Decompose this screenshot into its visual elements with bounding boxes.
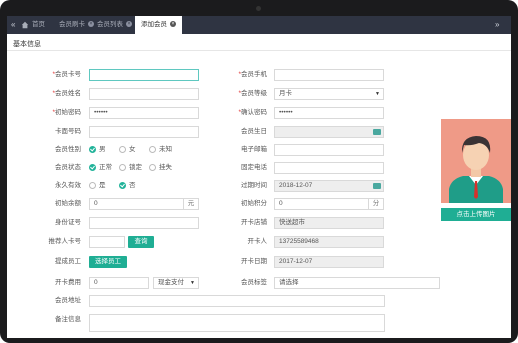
gender-unknown-radio[interactable]: 未知 (149, 144, 172, 156)
id-number-label: 身份证号 (55, 219, 81, 226)
expire-time-input[interactable]: 2018-12-07 (274, 180, 384, 192)
address-label: 会员地址 (55, 297, 81, 304)
id-number-input[interactable] (89, 217, 199, 229)
chevron-down-icon: ▼ (375, 91, 380, 97)
laptop-frame: « 首页 会员刷卡 × 会员列表 × 添加会员 × » 基本信息 *会员卡号 *会员姓… (0, 0, 518, 343)
app-screen: « 首页 会员刷卡 × 会员列表 × 添加会员 × » 基本信息 *会员卡号 *会员姓… (7, 16, 511, 338)
card-fee-label: 开卡费用 (55, 279, 81, 286)
initial-balance-input[interactable]: 0元 (89, 198, 199, 210)
address-input[interactable] (89, 295, 385, 307)
gender-male-radio[interactable]: 男 (89, 144, 106, 156)
initial-points-input[interactable]: 0分 (274, 198, 384, 210)
permanent-no-radio[interactable]: 否 (119, 180, 136, 192)
initial-password-label: *初始密码 (52, 109, 81, 116)
card-no-input[interactable] (89, 69, 199, 81)
confirm-password-input[interactable]: •••••• (274, 107, 384, 119)
radio-checked-icon (119, 181, 126, 189)
close-icon[interactable]: × (88, 21, 94, 28)
commission-staff-label: 提成员工 (55, 258, 81, 265)
radio-empty-icon (149, 163, 156, 171)
store-input: 快送超市 (274, 217, 384, 229)
permanent-label: 永久有效 (55, 182, 81, 189)
balance-unit: 元 (183, 199, 198, 209)
landline-input[interactable] (274, 162, 384, 174)
tab-bar: « 首页 会员刷卡 × 会员列表 × 添加会员 × » (7, 16, 511, 34)
calendar-icon[interactable] (373, 183, 381, 189)
confirm-password-label: *确认密码 (238, 109, 267, 116)
home-icon (21, 21, 29, 29)
initial-points-label: 初始积分 (241, 200, 267, 207)
tab-add-member-label: 添加会员 (141, 21, 167, 28)
status-label: 会员状态 (55, 164, 81, 171)
close-icon[interactable]: × (126, 21, 132, 28)
radio-empty-icon (119, 163, 126, 171)
birthday-input[interactable] (274, 126, 384, 138)
level-label: *会员等级 (238, 90, 267, 97)
expire-time-label: 过期时间 (241, 182, 267, 189)
referrer-input[interactable] (89, 236, 125, 248)
tab-member-swipe-label: 会员刷卡 (59, 21, 85, 28)
referrer-label: 推荐人卡号 (48, 238, 82, 245)
card-surface-no-label: 卡面号码 (55, 128, 81, 135)
open-date-label: 开卡日期 (241, 258, 267, 265)
tags-label: 会员标签 (241, 279, 267, 286)
gender-label: 会员性别 (55, 146, 81, 153)
upload-photo-button[interactable]: 点击上传图片 (441, 208, 511, 221)
name-input[interactable] (89, 88, 199, 100)
landline-label: 固定电话 (241, 164, 267, 171)
status-normal-radio[interactable]: 正常 (89, 162, 112, 174)
tab-scroll-right-icon[interactable]: » (495, 16, 499, 34)
select-staff-button[interactable]: 选择员工 (89, 256, 127, 268)
radio-checked-icon (89, 163, 96, 171)
email-input[interactable] (274, 144, 384, 156)
avatar (441, 119, 511, 203)
radio-empty-icon (149, 145, 156, 153)
points-unit: 分 (368, 199, 383, 209)
section-header: 基本信息 (7, 36, 511, 51)
tab-member-swipe[interactable]: 会员刷卡 × (59, 16, 94, 34)
tab-home[interactable]: 首页 (32, 16, 45, 34)
tab-member-list-label: 会员列表 (97, 21, 123, 28)
tab-member-list[interactable]: 会员列表 × (97, 16, 132, 34)
birthday-label: 会员生日 (241, 128, 267, 135)
camera-dot (256, 6, 261, 11)
close-icon[interactable]: × (170, 21, 176, 28)
payment-method-select[interactable]: 现金支付 ▼ (153, 277, 199, 289)
section-title: 基本信息 (13, 41, 41, 48)
tab-add-member[interactable]: 添加会员 × (135, 16, 182, 34)
opener-input: 13725589468 (274, 236, 384, 248)
initial-password-input[interactable]: •••••• (89, 107, 199, 119)
chevron-down-icon: ▼ (190, 280, 195, 286)
remark-input[interactable] (89, 314, 385, 332)
radio-checked-icon (89, 145, 96, 153)
tab-scroll-left-icon[interactable]: « (11, 16, 15, 34)
card-fee-input[interactable]: 0 (89, 277, 149, 289)
status-lost-radio[interactable]: 挂失 (149, 162, 172, 174)
card-surface-no-input[interactable] (89, 126, 199, 138)
status-locked-radio[interactable]: 锁定 (119, 162, 142, 174)
store-label: 开卡店铺 (241, 219, 267, 226)
name-label: *会员姓名 (52, 90, 81, 97)
phone-input[interactable] (274, 69, 384, 81)
gender-female-radio[interactable]: 女 (119, 144, 136, 156)
phone-label: *会员手机 (238, 71, 267, 78)
calendar-icon[interactable] (373, 129, 381, 135)
email-label: 电子邮箱 (241, 146, 267, 153)
radio-empty-icon (89, 181, 96, 189)
card-no-label: *会员卡号 (52, 71, 81, 78)
permanent-yes-radio[interactable]: 是 (89, 180, 106, 192)
level-select[interactable]: 月卡 ▼ (274, 88, 384, 100)
avatar-illustration (449, 136, 503, 203)
initial-balance-label: 初始余额 (55, 200, 81, 207)
open-date-input: 2017-12-07 (274, 256, 384, 268)
remark-label: 备注信息 (55, 316, 81, 323)
radio-empty-icon (119, 145, 126, 153)
query-button[interactable]: 查询 (128, 236, 154, 248)
opener-label: 开卡人 (247, 238, 268, 245)
tags-select[interactable]: 请选择 (274, 277, 440, 289)
